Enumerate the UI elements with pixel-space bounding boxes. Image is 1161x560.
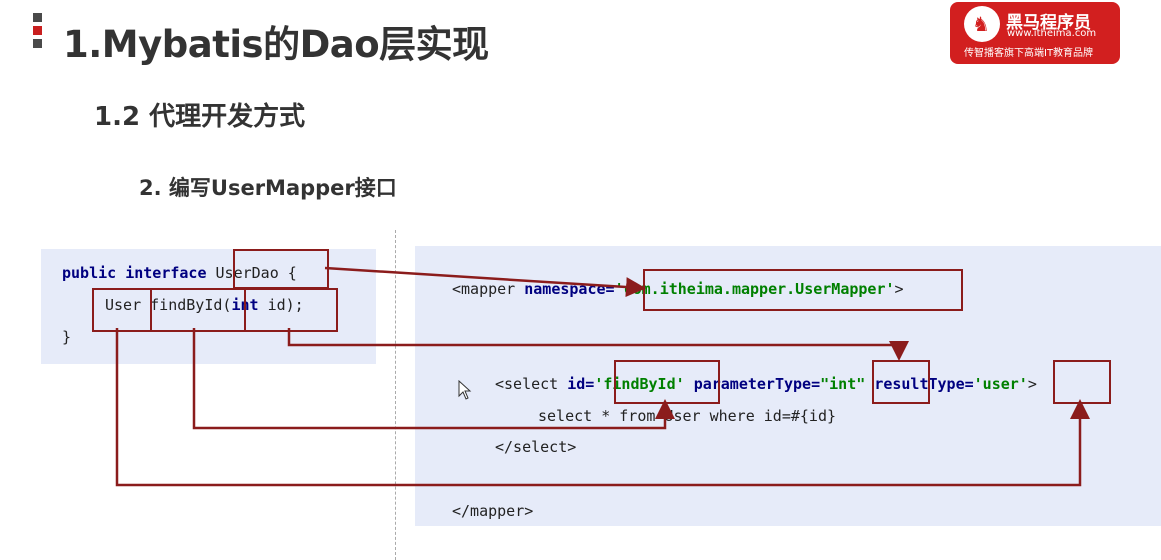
mouse-cursor-icon (458, 380, 472, 400)
arrow-return-to-resulttype (115, 328, 1090, 487)
arrow-interface-to-namespace (324, 266, 646, 298)
arrow-param-to-parametertype (287, 328, 909, 361)
mapping-arrows (115, 266, 1090, 487)
arrow-method-to-id (192, 328, 675, 430)
